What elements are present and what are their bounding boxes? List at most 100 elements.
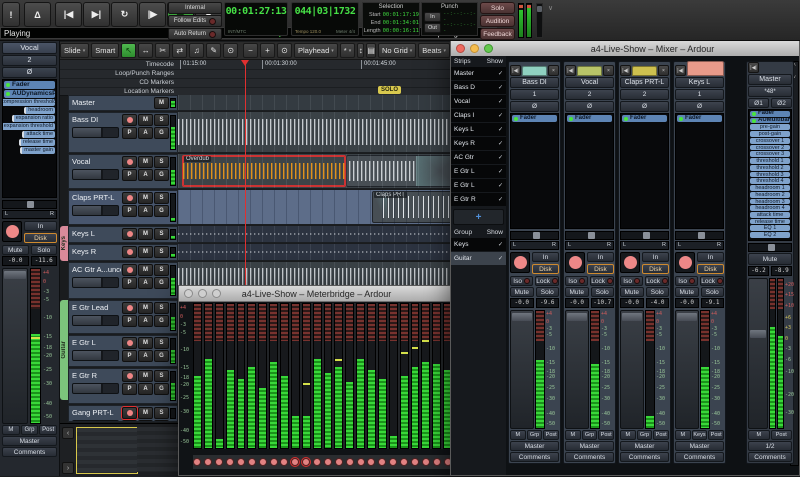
monitor-input-button[interactable]: In — [697, 252, 724, 262]
playlist-button[interactable]: P — [122, 315, 137, 327]
group-button[interactable]: G — [154, 350, 169, 362]
phase-button[interactable]: Ø — [565, 101, 614, 112]
secondary-clock[interactable]: 044|03|1732 Tempo 120.0 Meter 4/4 — [291, 2, 359, 36]
processor-box[interactable]: Fader — [620, 113, 669, 229]
narrow-strip-icon[interactable]: |◀| — [748, 62, 759, 73]
strip-name-button[interactable]: Vocal — [2, 42, 57, 54]
record-enable-dot[interactable] — [324, 458, 332, 466]
punch-in-button[interactable]: In — [424, 12, 441, 22]
solo-button[interactable]: S — [154, 407, 169, 419]
show-checkbox[interactable]: ✓ — [498, 84, 503, 91]
gain-display[interactable]: -0.0 — [565, 298, 589, 308]
strip-list-item[interactable]: AC Gtr✓ — [451, 151, 506, 165]
strip-name-button[interactable]: Keys L — [675, 77, 724, 88]
comments-button[interactable]: Comments — [675, 452, 724, 462]
feedback-button[interactable]: Feedback — [480, 28, 515, 40]
stretch-tool-icon[interactable]: ⇄ — [172, 43, 187, 58]
monitor-disk-button[interactable]: Disk — [587, 264, 614, 274]
phase-button[interactable]: Ø — [675, 101, 724, 112]
monitor-input-button[interactable]: In — [532, 252, 559, 262]
post-button[interactable]: Post — [771, 430, 793, 440]
record-enable-dot[interactable] — [389, 458, 397, 466]
input-button[interactable]: 2 — [565, 89, 614, 100]
monitor-level-slider[interactable] — [536, 3, 543, 38]
show-checkbox[interactable]: ✓ — [498, 140, 503, 147]
playlist-button[interactable]: P — [122, 169, 137, 181]
solo-button[interactable]: S — [154, 264, 169, 276]
plugin-param[interactable]: crossover 3 — [750, 151, 790, 157]
automation-button[interactable]: A — [138, 420, 153, 423]
region-overdub[interactable]: Overdub — [182, 155, 346, 187]
strip-list-item[interactable]: Keys R✓ — [451, 137, 506, 151]
solo-isolate-button[interactable]: Iso — [675, 276, 698, 286]
processor-fader[interactable]: Fader — [622, 115, 667, 122]
loop-button[interactable]: ↻ — [111, 2, 138, 27]
solo-isolate-button[interactable]: Iso — [510, 276, 533, 286]
solo-button[interactable]: S — [154, 302, 169, 314]
gain-display[interactable]: -0.0 — [620, 298, 644, 308]
sync-source-button[interactable]: Internal — [168, 2, 222, 14]
mixer-titlebar[interactable]: a4-Live-Show – Mixer – Ardour — [451, 41, 799, 57]
plugin-param[interactable]: headroom 1 — [750, 185, 790, 191]
meter-point-button[interactable]: M — [675, 430, 691, 440]
phase-right-button[interactable]: Ø2 — [771, 98, 792, 108]
record-enable-dot[interactable] — [259, 458, 267, 466]
track-gain-fader[interactable] — [72, 420, 119, 422]
selection-length-value[interactable]: 00:00:16:11 — [383, 27, 419, 35]
group-button[interactable]: Grp — [527, 430, 543, 440]
strip-name-button[interactable]: Bass DI — [510, 77, 559, 88]
record-enable-dot[interactable] — [291, 458, 299, 466]
monitor-input-button[interactable]: In — [587, 252, 614, 262]
monitor-disk-button[interactable]: Disk — [24, 233, 57, 243]
gain-display[interactable]: -0.0 — [510, 298, 534, 308]
processor-audynamicspro[interactable]: AUDynamicsPro — [4, 90, 55, 98]
show-checkbox[interactable]: ✓ — [498, 98, 503, 105]
pan-slider[interactable] — [565, 231, 614, 240]
track-header[interactable]: VocalMSPAG — [68, 154, 178, 189]
track-gain-fader[interactable] — [72, 350, 119, 361]
group-tab-guitar[interactable]: Guitar — [60, 300, 68, 400]
narrow-strip-icon[interactable]: |◀| — [620, 65, 631, 76]
playlist-button[interactable]: P — [122, 277, 137, 289]
monitor-disk-button[interactable]: Disk — [642, 264, 669, 274]
audition-button[interactable]: Audition — [480, 15, 515, 27]
track-gain-fader[interactable] — [72, 205, 119, 216]
group-list-item[interactable]: Keys✓ — [451, 238, 506, 252]
mute-button[interactable]: Mute — [675, 287, 699, 297]
mute-button[interactable]: Mute — [2, 245, 29, 255]
automation-button[interactable]: A — [138, 277, 153, 289]
group-tab-keys[interactable]: Keys — [60, 226, 68, 261]
mixer-strip-claps-prt-l[interactable]: |◀|×Claps PRT-L2ØFaderLRInDiskIsoLockMut… — [618, 61, 671, 464]
cut-tool-icon[interactable]: ✂ — [155, 43, 170, 58]
monitor-disk-button[interactable]: Disk — [532, 264, 559, 274]
midi-panic-button[interactable]: ! — [2, 2, 20, 27]
playlist-button[interactable]: P — [122, 205, 137, 217]
snap-note-dropdown[interactable]: *▾ — [340, 43, 355, 58]
smart-mode-button[interactable]: Smart — [91, 43, 119, 58]
grid-unit-dropdown[interactable]: Beats▾ — [418, 43, 450, 58]
post-button[interactable]: Post — [653, 430, 669, 440]
mute-button[interactable]: M — [138, 264, 153, 276]
track-header[interactable]: E Gtr LMSPAG — [68, 335, 178, 367]
plugin-param[interactable]: threshold 3 — [750, 172, 790, 178]
show-checkbox[interactable]: ✓ — [498, 154, 503, 161]
record-enable-dot[interactable] — [313, 458, 321, 466]
post-button[interactable]: Post — [708, 430, 724, 440]
comments-button[interactable]: Comments — [2, 447, 57, 457]
solo-button[interactable]: S — [154, 114, 169, 126]
plugin-param[interactable]: attack time — [22, 131, 55, 138]
draw-tool-icon[interactable]: ✎ — [206, 43, 221, 58]
mixer-strip-bass-di[interactable]: |◀|×Bass DI1ØFaderLRInDiskIsoLockMuteSol… — [508, 61, 561, 464]
track-gain-fader[interactable] — [72, 315, 119, 326]
show-checkbox[interactable]: ✓ — [498, 255, 503, 262]
show-checkbox[interactable]: ✓ — [498, 196, 503, 203]
monitor-input-button[interactable]: In — [642, 252, 669, 262]
pan-slider[interactable] — [748, 243, 792, 252]
collapse-chevron-icon[interactable]: ∨ — [548, 4, 553, 12]
meterbridge-titlebar[interactable]: a4-Live-Show – Meterbridge – Ardour — [179, 286, 454, 302]
strip-list-item[interactable]: E Gtr L✓ — [451, 179, 506, 193]
gain-fader[interactable] — [2, 268, 28, 424]
show-checkbox[interactable]: ✓ — [498, 126, 503, 133]
phase-button[interactable]: Ø — [620, 101, 669, 112]
processor-fader[interactable]: Fader — [567, 115, 612, 122]
